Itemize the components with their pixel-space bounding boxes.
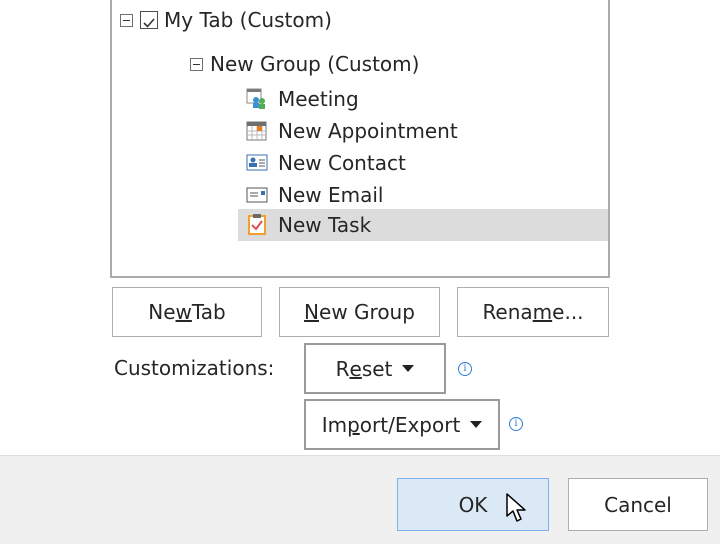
collapse-tab-expander[interactable] [120,14,133,27]
tree-item-new-contact[interactable]: New Contact [238,148,608,180]
import-export-info-icon[interactable]: i [509,417,523,431]
email-icon [246,187,268,203]
reset-info-icon[interactable]: i [458,362,472,376]
tree-item-new-email[interactable]: New Email [238,180,608,212]
tree-item-meeting[interactable]: Meeting [238,84,608,116]
task-clipboard-icon [248,214,266,235]
new-tab-button[interactable]: Ne w Tab [112,287,262,337]
ribbon-tree-list[interactable]: My Tab (Custom) New Group (Custom) Meeti… [110,0,610,278]
meeting-icon [246,88,265,109]
access-key: w [175,300,192,324]
new-group-button[interactable]: New Group [279,287,440,337]
access-key: e [349,356,362,381]
button-label-part: ort/Export [359,412,461,437]
customizations-label: Customizations: [114,356,275,380]
tree-group-label[interactable]: New Group (Custom) [210,51,419,77]
dropdown-arrow-icon [402,365,415,372]
button-label-part: set [361,356,393,381]
mouse-cursor-icon [506,493,526,522]
reset-dropdown-button[interactable]: Re set [304,343,446,394]
calendar-icon [246,121,267,141]
dropdown-arrow-icon [470,421,483,428]
button-label-part: ew Group [319,300,415,324]
tree-item-label: New Appointment [278,119,458,143]
button-label-part: Rena [482,300,533,324]
rename-button[interactable]: Rena m e... [457,287,609,337]
tree-tab-label[interactable]: My Tab (Custom) [164,7,332,33]
cancel-button-label: Cancel [604,492,672,517]
collapse-group-expander[interactable] [190,58,203,71]
button-label-part: e... [552,300,584,324]
tree-item-label: Meeting [278,87,359,111]
cancel-button[interactable]: Cancel [568,478,708,531]
checkmark-icon [143,18,155,28]
tree-item-label: New Email [278,183,384,207]
tree-item-label: New Contact [278,151,406,175]
dialog-footer: OK Cancel [0,455,720,544]
access-key: N [304,300,320,324]
button-label-part: R [335,356,350,381]
button-label-part: Ne [148,300,176,324]
contact-card-icon [246,154,268,171]
access-key: p [347,412,360,437]
button-label-part: Tab [191,300,226,324]
ok-button-label: OK [458,492,488,517]
tree-item-label: New Task [278,213,372,237]
tree-item-new-task[interactable]: New Task [238,209,608,241]
tree-item-new-appointment[interactable]: New Appointment [238,116,608,148]
tab-checkbox[interactable] [140,11,158,29]
import-export-dropdown-button[interactable]: Im p ort/Export [304,399,500,450]
button-label-part: Im [321,412,348,437]
access-key: m [532,300,553,324]
